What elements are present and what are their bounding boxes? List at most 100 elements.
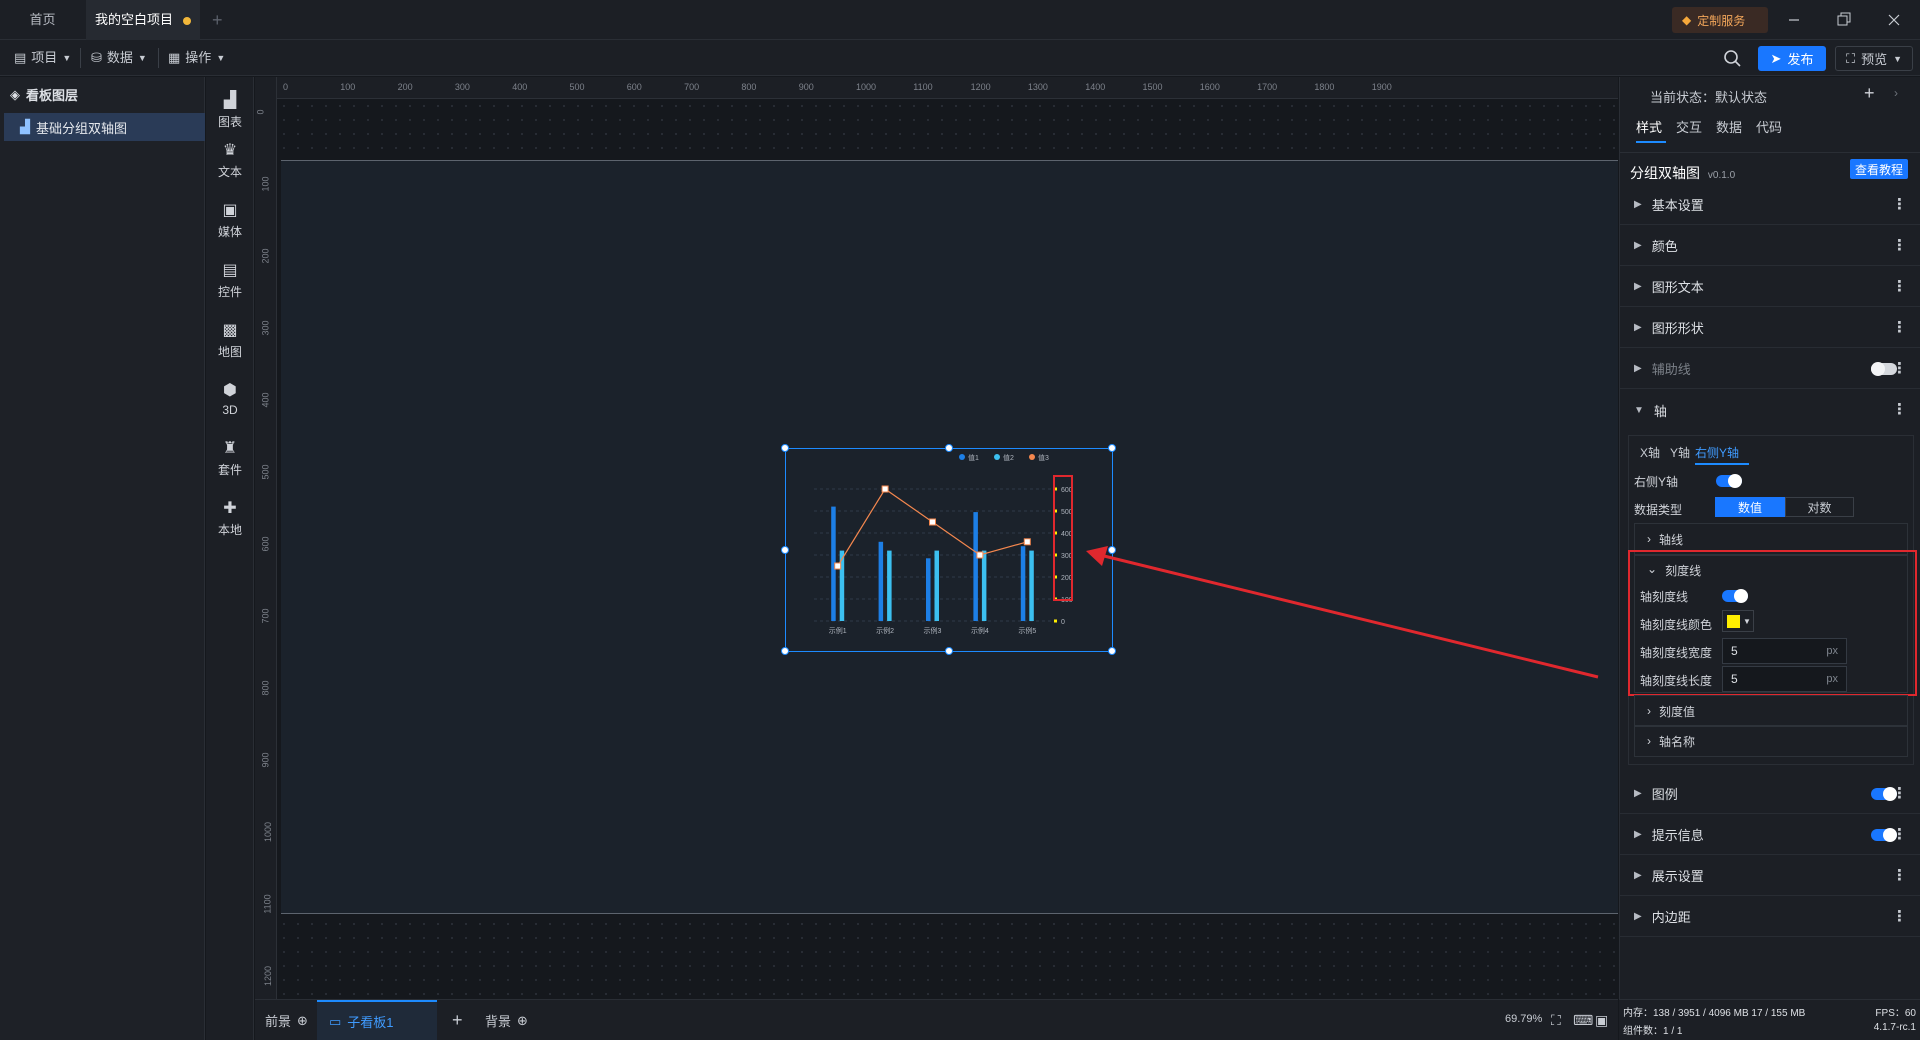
ruler-vertical: 0 100 200 300 400 500 600 700 800 900 1000 1100 1200 <box>255 77 277 999</box>
section-shape-text[interactable]: ▶ 图形文本 ⋮ <box>1620 267 1920 307</box>
tab-data[interactable]: 数据 <box>1716 117 1742 136</box>
tick-length-input[interactable]: 5 px <box>1722 666 1847 692</box>
section-tooltip[interactable]: ▶ 提示信息 ⋮ <box>1620 815 1920 855</box>
add-circle-icon[interactable]: ⊕ <box>517 1013 528 1029</box>
publish-button[interactable]: ➤ 发布 <box>1758 46 1826 71</box>
resize-handle[interactable] <box>781 546 789 554</box>
section-padding[interactable]: ▶ 内边距 ⋮ <box>1620 897 1920 937</box>
section-shape[interactable]: ▶ 图形形状 ⋮ <box>1620 308 1920 348</box>
legend-marker <box>959 454 965 460</box>
tab-home[interactable]: 首页 <box>0 0 85 40</box>
palette-chart[interactable]: ▟ 图表 <box>206 85 254 135</box>
canvas-grid <box>277 917 1618 999</box>
section-legend[interactable]: ▶ 图例 ⋮ <box>1620 774 1920 814</box>
ruler-tick-label: 1600 <box>1199 82 1220 92</box>
tab-code[interactable]: 代码 <box>1756 117 1782 136</box>
palette-control[interactable]: ▤ 控件 <box>206 255 254 305</box>
more-icon[interactable]: ⋮ <box>1892 277 1907 295</box>
chevron-right-icon[interactable]: › <box>1894 86 1898 100</box>
more-icon[interactable]: ⋮ <box>1892 907 1907 925</box>
more-icon[interactable]: ⋮ <box>1892 359 1907 377</box>
caret-right-icon: ▶ <box>1634 199 1642 210</box>
palette-media[interactable]: ▣ 媒体 <box>206 195 254 245</box>
preview-button[interactable]: ⛶ 预览 ▼ <box>1835 46 1913 71</box>
layers-header: ◈ 看板图层 <box>10 85 78 104</box>
more-icon[interactable]: ⋮ <box>1892 784 1907 802</box>
highlight-box-axis <box>1053 475 1073 601</box>
restore-icon[interactable] <box>1835 10 1851 30</box>
more-icon[interactable]: ⋮ <box>1892 400 1907 418</box>
caret-right-icon: ▶ <box>1634 240 1642 251</box>
tab-right-y-axis[interactable]: 右侧Y轴 <box>1695 444 1749 465</box>
search-icon[interactable] <box>1722 48 1742 68</box>
resize-handle[interactable] <box>781 647 789 655</box>
close-icon[interactable] <box>1886 10 1902 30</box>
tab-x-axis[interactable]: X轴 <box>1640 444 1660 461</box>
palette-map[interactable]: ▩ 地图 <box>206 315 254 365</box>
tick-color-picker[interactable]: ▼ <box>1722 610 1754 632</box>
section-guide-line[interactable]: ▶ 辅助线 ⋮ <box>1620 349 1920 389</box>
tick-width-label: 轴刻度线宽度 <box>1640 646 1713 660</box>
new-tab-plus-icon[interactable]: + <box>212 10 223 31</box>
tick-show-toggle[interactable] <box>1722 589 1748 603</box>
x-axis-label: 示例4 <box>971 626 989 635</box>
ruler-tick-label: 100 <box>340 82 356 92</box>
section-display[interactable]: ▶ 展示设置 ⋮ <box>1620 856 1920 896</box>
terminal-icon[interactable]: ▣ <box>1595 1012 1608 1029</box>
axis-name-label: 轴名称 <box>1659 734 1696 749</box>
section-basic[interactable]: ▶ 基本设置 ⋮ <box>1620 185 1920 225</box>
resize-handle[interactable] <box>1108 444 1116 452</box>
tab-interaction[interactable]: 交互 <box>1676 117 1702 136</box>
add-circle-icon[interactable]: ⊕ <box>297 1013 308 1029</box>
tick-value-row[interactable]: › 刻度值 <box>1634 695 1908 727</box>
axis-name-row[interactable]: › 轴名称 <box>1634 725 1908 757</box>
section-color[interactable]: ▶ 颜色 ⋮ <box>1620 226 1920 266</box>
more-icon[interactable]: ⋮ <box>1892 318 1907 336</box>
right-y-axis-toggle[interactable] <box>1716 474 1742 488</box>
tick-width-value: 5 <box>1731 644 1738 658</box>
tab-style[interactable]: 样式 <box>1636 117 1666 143</box>
more-icon[interactable]: ⋮ <box>1892 195 1907 213</box>
divider <box>80 48 81 68</box>
data-type-log[interactable]: 对数 <box>1785 497 1854 517</box>
section-axis[interactable]: ▼ 轴 ⋮ <box>1620 390 1920 430</box>
ruler-tick-label: 600 <box>626 82 642 92</box>
grid-icon: ▦ <box>168 50 181 65</box>
palette-text[interactable]: ♛ 文本 <box>206 135 254 185</box>
more-icon[interactable]: ⋮ <box>1892 825 1907 843</box>
tutorial-button[interactable]: 查看教程 <box>1850 159 1908 179</box>
add-state-icon[interactable]: + <box>1864 83 1875 104</box>
more-icon[interactable]: ⋮ <box>1892 866 1907 884</box>
resize-handle[interactable] <box>945 647 953 655</box>
foreground-tab[interactable]: 前景 ⊕ <box>265 1000 308 1040</box>
zoom-level[interactable]: 69.79% <box>1505 1013 1542 1025</box>
menu-project[interactable]: ▤ 项目 ▼ <box>14 40 71 76</box>
fit-screen-icon[interactable]: ⛶ <box>1551 1012 1561 1029</box>
database-icon: ⛁ <box>91 50 102 65</box>
data-type-numeric[interactable]: 数值 <box>1715 497 1785 517</box>
title-bar: 首页 我的空白项目 + ◆ 定制服务 <box>0 0 1920 40</box>
palette-local[interactable]: ✚ 本地 <box>206 493 254 543</box>
palette-3d[interactable]: ⬢ 3D <box>206 373 254 423</box>
resize-handle[interactable] <box>945 444 953 452</box>
palette-kit[interactable]: ♜ 套件 <box>206 433 254 483</box>
menu-operation[interactable]: ▦ 操作 ▼ <box>168 40 225 76</box>
layer-item[interactable]: ▟ 基础分组双轴图 <box>4 113 205 141</box>
resize-handle[interactable] <box>781 444 789 452</box>
add-board-icon[interactable]: + <box>452 1000 463 1040</box>
custom-service-button[interactable]: ◆ 定制服务 <box>1672 7 1768 33</box>
more-icon[interactable]: ⋮ <box>1892 236 1907 254</box>
tab-project[interactable]: 我的空白项目 <box>86 0 200 40</box>
tick-width-input[interactable]: 5 px <box>1722 638 1847 664</box>
keyboard-icon[interactable]: ⌨ <box>1573 1012 1593 1029</box>
component-count: 组件数：1 / 1 <box>1623 1026 1683 1037</box>
tab-y-axis[interactable]: Y轴 <box>1670 444 1690 461</box>
unsaved-dot <box>183 16 191 25</box>
ruler-tick-label: 200 <box>260 248 271 264</box>
ruler-tick-label: 500 <box>569 82 585 92</box>
minimize-icon[interactable] <box>1786 10 1802 30</box>
menu-data[interactable]: ⛁ 数据 ▼ <box>91 40 147 76</box>
background-tab[interactable]: 背景 ⊕ <box>485 1000 528 1040</box>
board-tab[interactable]: ▭ 子看板1 <box>317 1000 437 1040</box>
chevron-right-icon: › <box>1647 532 1651 546</box>
